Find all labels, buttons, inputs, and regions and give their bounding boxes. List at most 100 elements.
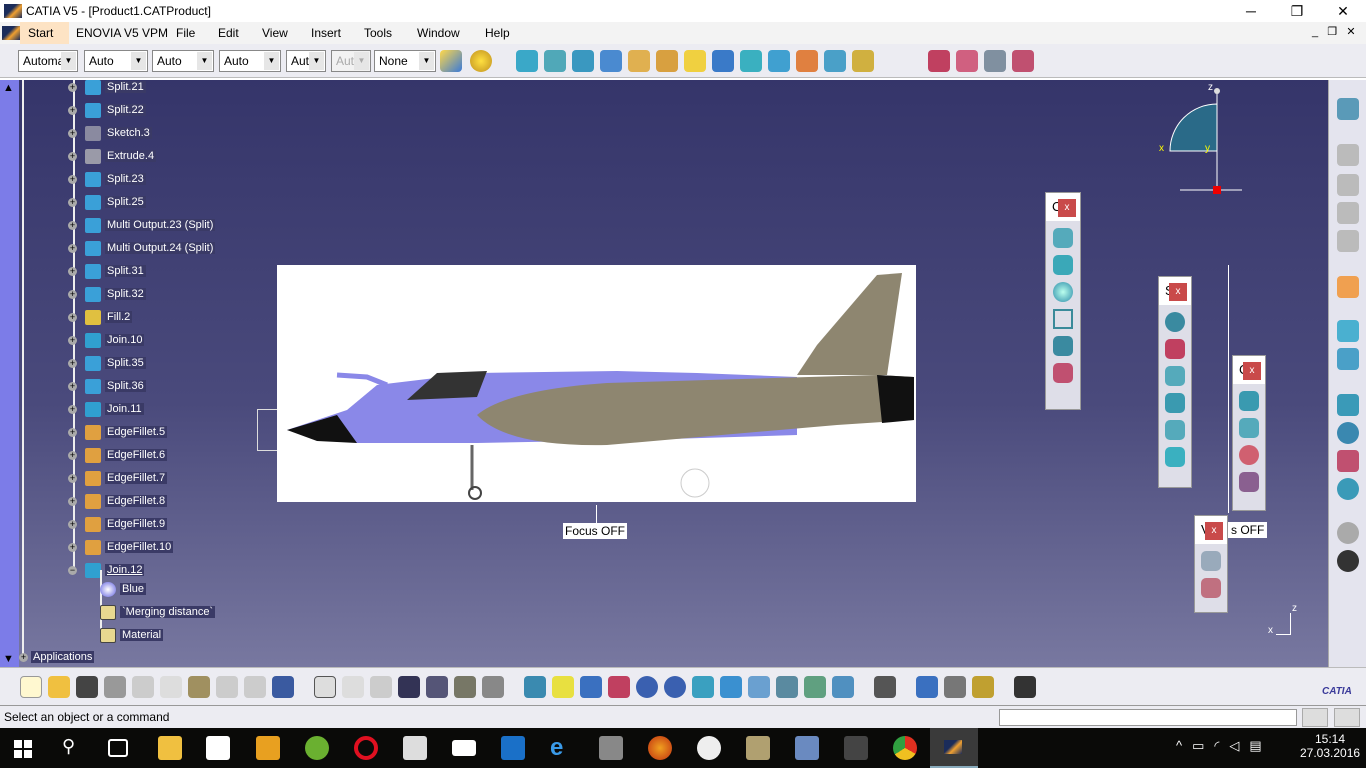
power-input-button[interactable]: [1302, 708, 1328, 727]
point-symbol-combo[interactable]: Aut ▼: [286, 50, 326, 72]
fill-icon[interactable]: [684, 50, 706, 72]
expand-icon[interactable]: +: [68, 405, 77, 414]
opera-icon[interactable]: [354, 736, 378, 760]
formula-icon[interactable]: [314, 676, 336, 698]
tree-item[interactable]: + Split.23: [68, 170, 146, 188]
tree-item[interactable]: + EdgeFillet.7: [68, 469, 168, 487]
scroll-down-icon[interactable]: ▼: [3, 653, 14, 665]
join-icon[interactable]: [712, 50, 734, 72]
calculator-icon[interactable]: [403, 736, 427, 760]
eye-off-icon[interactable]: [1201, 578, 1221, 598]
tree-item[interactable]: + Join.11: [68, 400, 144, 418]
paste-icon[interactable]: [1337, 174, 1359, 196]
command-input[interactable]: [999, 709, 1297, 726]
tree-scrollbar[interactable]: ▲ ▼: [0, 80, 19, 667]
outlook-icon[interactable]: [501, 736, 525, 760]
patch-icon[interactable]: [1239, 391, 1259, 411]
media-player-icon[interactable]: [844, 736, 868, 760]
tree-item[interactable]: + EdgeFillet.5: [68, 423, 168, 441]
curve-icon[interactable]: [1053, 228, 1073, 248]
expand-icon[interactable]: +: [68, 336, 77, 345]
rotate-icon[interactable]: [608, 676, 630, 698]
eye-icon[interactable]: [1201, 551, 1221, 571]
start-icon[interactable]: [14, 740, 32, 758]
point-icon[interactable]: [516, 50, 538, 72]
sketcher-icon[interactable]: [1337, 478, 1359, 500]
measure-between-icon[interactable]: [916, 676, 938, 698]
hide-show-icon[interactable]: [804, 676, 826, 698]
tray-icons[interactable]: ^▭◜◁▤: [1176, 738, 1272, 754]
mail-icon[interactable]: [452, 740, 476, 756]
transparency-combo[interactable]: Auto ▼: [84, 50, 148, 72]
tree-item[interactable]: + Multi Output.23 (Split): [68, 216, 216, 234]
pattern-icon[interactable]: [1239, 445, 1259, 465]
expand-icon[interactable]: +: [68, 520, 77, 529]
project-icon[interactable]: [1165, 393, 1185, 413]
store-icon[interactable]: [206, 736, 230, 760]
expand-icon[interactable]: +: [68, 382, 77, 391]
tree-item[interactable]: + Split.31: [68, 262, 146, 280]
linetype-combo[interactable]: Auto ▼: [219, 50, 281, 72]
open-icon[interactable]: [48, 676, 70, 698]
update-icon[interactable]: [1337, 522, 1359, 544]
layer-combo[interactable]: None ▼: [374, 50, 436, 72]
pan-icon[interactable]: [580, 676, 602, 698]
expand-icon[interactable]: +: [68, 313, 77, 322]
close-toolbar-button[interactable]: x: [1169, 283, 1187, 301]
tree-item[interactable]: + EdgeFillet.8: [68, 492, 168, 510]
split-icon[interactable]: [740, 50, 762, 72]
extrude-icon[interactable]: [544, 50, 566, 72]
tree-item[interactable]: + Split.36: [68, 377, 146, 395]
swap-space-icon[interactable]: [832, 676, 854, 698]
expand-icon[interactable]: +: [68, 244, 77, 253]
minimize-button[interactable]: ─: [1228, 0, 1274, 22]
line-thickness-combo[interactable]: Auto ▼: [152, 50, 214, 72]
curvature-icon[interactable]: [956, 50, 978, 72]
copy-icon[interactable]: [1337, 144, 1359, 166]
print-icon[interactable]: [104, 676, 126, 698]
edge-icon[interactable]: e: [550, 736, 574, 760]
menu-edit[interactable]: Edit: [210, 22, 247, 44]
cube-icon[interactable]: [1165, 447, 1185, 467]
expand-icon[interactable]: +: [68, 290, 77, 299]
tree-item[interactable]: + Extrude.4: [68, 147, 157, 165]
translate-icon[interactable]: [824, 50, 846, 72]
doc-window-controls[interactable]: _ ❐ ✕: [1312, 25, 1356, 38]
fit-all-icon[interactable]: [552, 676, 574, 698]
trim-icon[interactable]: [768, 50, 790, 72]
redo-icon[interactable]: [244, 676, 266, 698]
remote-desktop-icon[interactable]: [795, 736, 819, 760]
paint-icon[interactable]: [746, 736, 770, 760]
shading-icon[interactable]: [776, 676, 798, 698]
task-view-icon[interactable]: [108, 739, 128, 757]
whats-this-icon[interactable]: [272, 676, 294, 698]
menu-view[interactable]: View: [254, 22, 296, 44]
expand-icon[interactable]: +: [68, 175, 77, 184]
shape-fillet-icon[interactable]: [656, 50, 678, 72]
expand-icon[interactable]: +: [68, 152, 77, 161]
normal-view-icon[interactable]: [692, 676, 714, 698]
expand-icon[interactable]: +: [68, 359, 77, 368]
tree-item[interactable]: + Split.22: [68, 101, 146, 119]
lock-icon[interactable]: [454, 676, 476, 698]
measure-item-icon[interactable]: [944, 676, 966, 698]
tree-item[interactable]: + Split.21: [68, 78, 146, 96]
menu-help[interactable]: Help: [477, 22, 518, 44]
restore-button[interactable]: ❐: [1274, 0, 1320, 22]
grid-icon[interactable]: [1239, 472, 1259, 492]
tree-item-applications[interactable]: + Applications: [19, 648, 95, 666]
sphere-icon[interactable]: [1053, 282, 1073, 302]
tree-item[interactable]: + Split.25: [68, 193, 146, 211]
paste-icon[interactable]: [188, 676, 210, 698]
tree-item[interactable]: + Sketch.3: [68, 124, 152, 142]
tree-item-merging-distance[interactable]: `Merging distance`: [100, 603, 216, 621]
clock[interactable]: 15:14 27.03.2016: [1300, 732, 1360, 760]
tree-item[interactable]: + Join.10: [68, 331, 145, 349]
expand-icon[interactable]: +: [68, 428, 77, 437]
color-combo[interactable]: Automa ▼: [18, 50, 78, 72]
fly-icon[interactable]: [524, 676, 546, 698]
save-icon[interactable]: [76, 676, 98, 698]
remove-icon[interactable]: [1165, 420, 1185, 440]
zoom-in-icon[interactable]: [636, 676, 658, 698]
measure-icon[interactable]: [1337, 422, 1359, 444]
